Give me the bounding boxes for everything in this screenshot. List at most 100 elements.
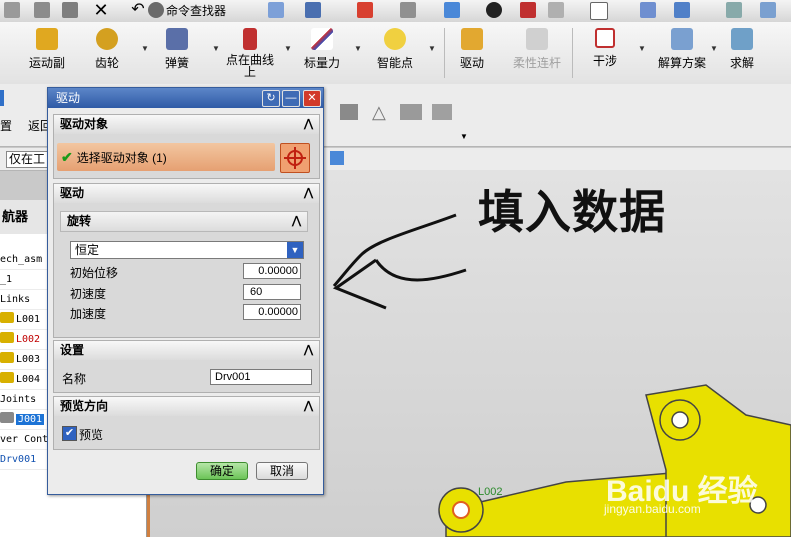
move-icon[interactable]: [640, 2, 656, 18]
color-swatch-icon[interactable]: [590, 2, 608, 20]
crosshair-select-button[interactable]: [280, 143, 310, 173]
section-settings[interactable]: 设置 ⋀: [53, 340, 320, 361]
section-icon[interactable]: [548, 2, 564, 18]
dialog-titlebar[interactable]: 驱动 ↻ — ✕: [48, 88, 323, 108]
smart-point-icon: [384, 28, 406, 50]
view-triad-icon[interactable]: [305, 2, 321, 18]
chevron-down-icon[interactable]: ▼: [284, 44, 292, 53]
section-title: 驱动对象: [60, 117, 109, 131]
flexible-link-icon: [526, 28, 548, 50]
watermark-url: jingyan.baidu.com: [604, 502, 701, 516]
spring-icon: [166, 28, 188, 50]
joint-label: L002: [478, 486, 503, 498]
cube-icon[interactable]: [444, 2, 460, 18]
table-icon[interactable]: [760, 2, 776, 18]
ribbon-label: 驱动: [459, 56, 484, 70]
calculator-icon: [731, 28, 753, 50]
rotation-mode-select[interactable]: 恒定 ▼: [70, 241, 304, 259]
annotation-text: 填入数据: [478, 186, 666, 238]
home-icon[interactable]: [0, 90, 4, 106]
gear-icon: [96, 28, 118, 50]
ok-label: 确定: [209, 464, 234, 478]
undo-icon[interactable]: ↶: [130, 2, 146, 18]
section-preview-direction[interactable]: 预览方向 ⋀: [53, 396, 320, 417]
chevron-down-icon[interactable]: ▼: [287, 242, 303, 258]
link-icon: [0, 372, 14, 383]
ribbon-label: 柔性连杆: [512, 56, 561, 70]
ribbon-label: 运动副: [28, 56, 65, 70]
toolbar-label[interactable]: 置: [0, 117, 12, 134]
acceleration-label: 加速度: [70, 307, 107, 321]
chevron-down-icon[interactable]: ▼: [638, 44, 646, 53]
chevron-down-icon[interactable]: ▼: [212, 44, 220, 53]
snap-icon[interactable]: [357, 2, 373, 18]
collapse-icon[interactable]: ⋀: [304, 184, 313, 203]
menu-icon[interactable]: [432, 104, 452, 120]
copy-icon[interactable]: [4, 2, 20, 18]
section-drive-object[interactable]: 驱动对象 ⋀: [53, 114, 320, 135]
ribbon-label: 解算方案: [658, 56, 707, 70]
select-drive-object-button[interactable]: ✔ 选择驱动对象 (1): [57, 143, 275, 171]
rotation-mode-value: 恒定: [75, 243, 100, 257]
preview-checkbox[interactable]: ✔: [62, 426, 77, 441]
separator: [444, 28, 445, 78]
tree-node-label: L004: [16, 374, 41, 385]
clipboard-icon[interactable]: [62, 2, 78, 18]
minimize-icon[interactable]: —: [282, 90, 300, 107]
layout-icon[interactable]: [400, 104, 422, 120]
solve-button[interactable]: 求解: [726, 24, 758, 82]
joint-button[interactable]: 运动副: [24, 24, 70, 82]
paste-icon[interactable]: [34, 2, 50, 18]
list-icon[interactable]: [726, 2, 742, 18]
flexible-link-button[interactable]: 柔性连杆: [510, 24, 564, 82]
shading-icon[interactable]: [486, 2, 502, 18]
spring-button[interactable]: 弹簧: [160, 24, 194, 82]
collapse-icon[interactable]: ⋀: [292, 212, 301, 231]
render-icon[interactable]: [400, 2, 416, 18]
link-icon: [0, 352, 14, 363]
joint-icon: [36, 28, 58, 50]
tree-node-label: L002: [16, 334, 41, 345]
joint-icon: [0, 412, 14, 423]
ribbon-label: 求解: [729, 56, 754, 70]
cube-icon[interactable]: [330, 151, 344, 165]
binoculars-icon[interactable]: [148, 2, 164, 18]
point-on-curve-button[interactable]: 点在曲线上: [224, 24, 276, 82]
section-title: 预览方向: [60, 399, 109, 413]
chevron-down-icon[interactable]: ▼: [141, 44, 149, 53]
delete-icon[interactable]: ✕: [93, 1, 109, 19]
interference-button[interactable]: 干涉: [590, 24, 620, 82]
triangle-icon[interactable]: △: [372, 103, 386, 121]
collapse-icon[interactable]: ⋀: [304, 115, 313, 134]
solution-button[interactable]: 解算方案: [658, 24, 706, 82]
tree-node-label: L001: [16, 314, 41, 325]
layer-icon[interactable]: [268, 2, 284, 18]
acceleration-field[interactable]: 0.00000: [243, 304, 301, 320]
gear-button[interactable]: 齿轮: [90, 24, 124, 82]
initial-velocity-field[interactable]: 60: [243, 284, 301, 300]
rotation-subsection[interactable]: 旋转 ⋀: [60, 211, 308, 232]
command-finder-button[interactable]: 命令查找器: [166, 1, 226, 21]
wcs-icon[interactable]: [520, 2, 536, 18]
driver-button[interactable]: 驱动: [456, 24, 488, 82]
smart-point-button[interactable]: 智能点: [374, 24, 416, 82]
collapse-icon[interactable]: ⋀: [304, 341, 313, 360]
cancel-button[interactable]: 取消: [256, 462, 308, 480]
rotation-title: 旋转: [67, 214, 92, 228]
section-drive[interactable]: 驱动 ⋀: [53, 183, 320, 204]
reset-icon[interactable]: ↻: [262, 90, 280, 107]
ribbon-label: 智能点: [376, 56, 413, 70]
close-icon[interactable]: ✕: [303, 90, 321, 107]
navigate-icon[interactable]: [674, 2, 690, 18]
chevron-down-icon[interactable]: ▼: [460, 132, 468, 141]
initial-displacement-field[interactable]: 0.00000: [243, 263, 301, 279]
name-field[interactable]: Drv001: [210, 369, 312, 385]
scalar-force-button[interactable]: 标量力: [302, 24, 342, 82]
chevron-down-icon[interactable]: ▼: [428, 44, 436, 53]
grid-icon[interactable]: [340, 104, 358, 120]
select-object-label: 选择驱动对象 (1): [76, 151, 167, 165]
chevron-down-icon[interactable]: ▼: [354, 44, 362, 53]
chevron-down-icon[interactable]: ▼: [710, 44, 718, 53]
collapse-icon[interactable]: ⋀: [304, 397, 313, 416]
ok-button[interactable]: 确定: [196, 462, 248, 480]
